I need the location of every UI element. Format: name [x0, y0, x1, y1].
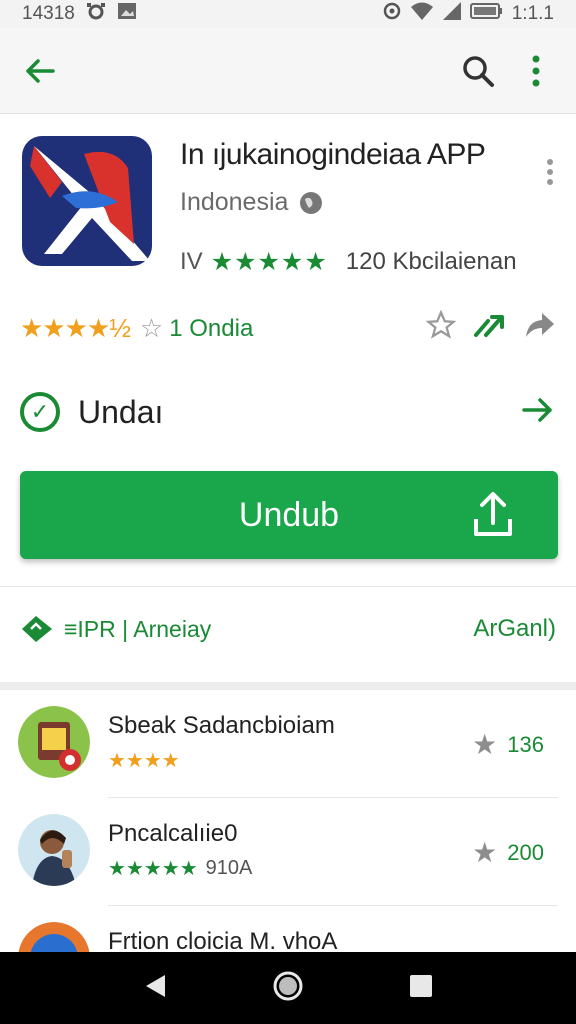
nav-back-button[interactable]: [143, 973, 167, 1004]
list-item-score-value: 136: [507, 731, 544, 757]
share-button[interactable]: [524, 311, 556, 346]
back-arrow-icon: [26, 58, 55, 83]
status-bar: 14318 1:1.1: [0, 0, 576, 28]
back-button[interactable]: [18, 49, 62, 93]
status-clock: 1:1.1: [511, 3, 554, 24]
signal-icon: [442, 1, 462, 27]
star-outline-icon: ☆: [139, 313, 164, 343]
install-status-label: Undaı: [78, 393, 164, 430]
share-arrow-icon: [526, 313, 554, 337]
list-item-meta: 910A: [205, 857, 253, 879]
info-row[interactable]: ≡IPR | Arneiay ArGanl): [20, 614, 556, 644]
overflow-menu-button[interactable]: [514, 49, 558, 93]
image-icon: [117, 2, 137, 26]
more-vert-icon: [532, 55, 540, 86]
check-circle-icon: ✓: [20, 392, 60, 432]
list-item-stars: ★★★★★: [108, 858, 198, 880]
developer-name: Indonesia: [180, 188, 289, 216]
circle-home-icon: [273, 971, 303, 1000]
nav-home-button[interactable]: [272, 970, 304, 1007]
list-item-rating: ★★★★★ 910A: [108, 856, 252, 881]
trending-button[interactable]: [474, 311, 506, 346]
info-left-text: ≡IPR | Arneiay: [64, 615, 212, 642]
downloads-count: 120 Kbcilaienan: [345, 248, 517, 275]
app-logo: [22, 136, 152, 266]
trending-arrows-icon: [474, 315, 504, 337]
forward-arrow-icon: [520, 395, 556, 430]
wifi-icon: [410, 1, 434, 27]
rating-summary: IV ★★★★★ 120 Kbcilaienan: [180, 247, 517, 277]
install-button[interactable]: Undub: [20, 471, 558, 559]
search-icon: [463, 55, 494, 87]
tag-diamond-icon: [22, 616, 52, 642]
star-outline-icon: [425, 309, 457, 339]
list-item[interactable]: Sbeak Sadancbioiam ★★★★ ★ 136: [0, 690, 576, 798]
list-item-score: ★ 200: [472, 836, 544, 869]
square-recents-icon: [410, 974, 433, 997]
upload-icon: [472, 489, 514, 548]
list-item-rating: ★★★★: [108, 748, 180, 773]
install-status-row[interactable]: ✓ Undaı: [20, 392, 556, 432]
user-rating-text: 1 Ondia: [169, 314, 254, 342]
divider: [0, 586, 576, 587]
app-bar: [0, 28, 576, 114]
list-item-stars: ★★★★: [108, 750, 180, 772]
rating-prefix: IV: [180, 248, 203, 275]
status-time: 14318: [22, 3, 75, 24]
globe-icon: [300, 191, 323, 214]
app-details-card: In ıjukainogindeiaa APP Indonesia IV ★★★…: [0, 114, 576, 682]
battery-icon: [469, 2, 504, 26]
install-button-label: Undub: [238, 495, 340, 534]
developer-row[interactable]: Indonesia: [180, 188, 324, 217]
user-rating-stars[interactable]: ★★★★½: [20, 313, 131, 344]
more-vert-icon: [547, 159, 553, 185]
search-button[interactable]: [456, 49, 500, 93]
app-thumbnail: [18, 814, 90, 886]
system-nav-bar: [0, 952, 576, 1024]
info-right-link[interactable]: ArGanl): [473, 615, 556, 643]
notification-icon: [85, 2, 107, 26]
app-more-button[interactable]: [546, 158, 554, 191]
triangle-back-icon: [145, 974, 165, 997]
nav-recents-button[interactable]: [409, 974, 433, 1003]
list-item[interactable]: Pncalcalıie0 ★★★★★ 910A ★ 200: [0, 798, 576, 906]
wishlist-star-button[interactable]: [425, 309, 457, 347]
related-apps-list: Sbeak Sadancbioiam ★★★★ ★ 136 Pncalcalıi…: [0, 690, 576, 994]
list-item-title: Sbeak Sadancbioiam: [108, 712, 335, 739]
sync-icon: [382, 1, 402, 27]
rating-stars: ★★★★★: [210, 248, 328, 276]
user-rating-row: ★★★★½ ☆ 1 Ondia: [20, 309, 556, 347]
app-thumbnail: [18, 706, 90, 778]
list-item-score-value: 200: [507, 839, 544, 865]
list-item-title: Pncalcalıie0: [108, 820, 238, 847]
star-icon: ★: [472, 729, 498, 760]
list-item-score: ★ 136: [472, 728, 544, 761]
star-icon: ★: [472, 837, 498, 868]
app-title: In ıjukainogindeiaa APP: [180, 138, 486, 171]
